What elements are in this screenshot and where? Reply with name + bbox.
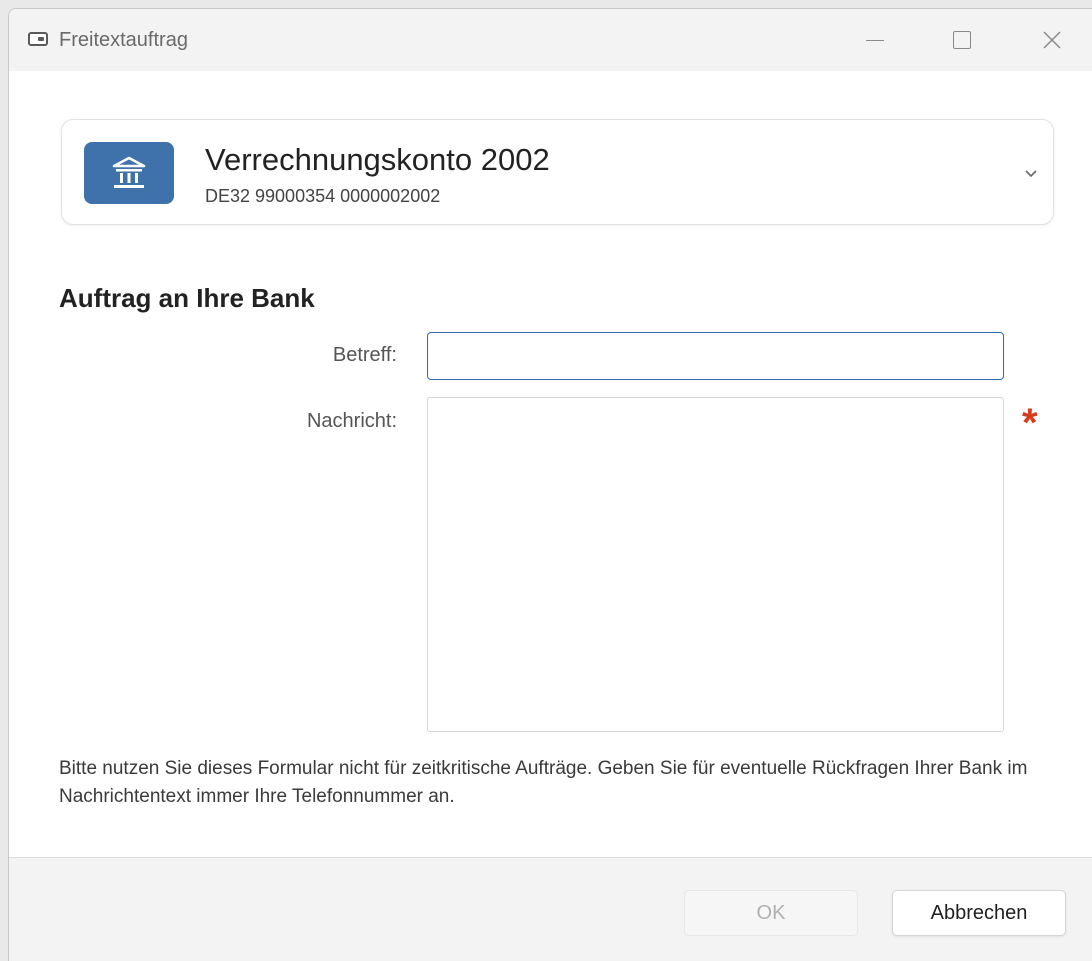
dialog-window: Freitextauftrag Verrechnungskonto 2002 D… [8,8,1092,961]
bank-badge [84,142,174,204]
ok-button[interactable]: OK [684,890,858,936]
account-name: Verrechnungskonto 2002 [205,142,550,177]
account-iban: DE32 99000354 0000002002 [205,186,441,206]
window-title: Freitextauftrag [59,29,188,51]
minimize-icon [866,39,884,41]
account-selector[interactable]: Verrechnungskonto 2002 DE32 99000354 000… [61,119,1054,225]
title-bar: Freitextauftrag [9,9,1092,71]
cancel-button[interactable]: Abbrechen [892,890,1066,936]
chevron-down-icon[interactable] [1022,164,1040,182]
section-title: Auftrag an Ihre Bank [59,283,315,313]
message-label: Nachricht: [306,410,397,432]
hint-text: Bitte nutzen Sie dieses Formular nicht f… [59,758,1028,807]
window-icon [28,32,48,46]
minimize-button[interactable] [844,9,906,71]
maximize-icon [953,31,971,49]
close-button[interactable] [1021,9,1083,71]
dialog-footer: OK Abbrechen [9,857,1092,961]
maximize-button[interactable] [931,9,993,71]
required-marker: * [1022,401,1038,445]
message-textarea[interactable] [427,397,1004,732]
subject-input[interactable] [427,332,1004,380]
close-icon [1043,31,1061,49]
subject-label: Betreff: [332,344,397,366]
bank-icon [112,156,146,188]
